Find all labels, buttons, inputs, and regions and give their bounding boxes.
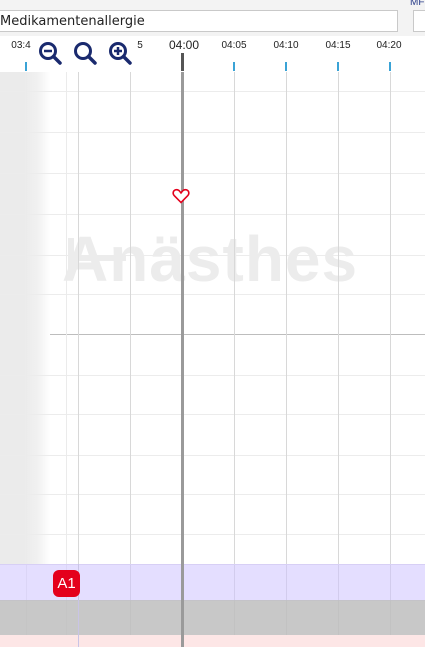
time-label: 5 — [137, 40, 143, 51]
event-band-gray[interactable] — [0, 600, 425, 635]
right-label: MF — [410, 0, 425, 8]
grid-line — [0, 494, 425, 495]
grid-line — [0, 173, 425, 174]
grid-line — [286, 72, 287, 647]
heart-icon[interactable] — [172, 188, 190, 204]
top-bar: Medikamentenallergie MF — [0, 0, 425, 36]
grid-line — [26, 72, 27, 647]
grid-line-major — [50, 334, 425, 335]
watermark-text: Anästhes — [62, 223, 359, 295]
grid-line — [0, 214, 425, 215]
current-time-tick — [181, 53, 184, 71]
grid-line — [0, 132, 425, 133]
time-label: 04:20 — [376, 40, 402, 51]
time-tick — [285, 62, 287, 71]
zoom-in-icon — [109, 42, 132, 65]
current-time-line — [181, 564, 184, 647]
right-input-field[interactable] — [413, 10, 425, 32]
time-label: 04:15 — [325, 40, 351, 51]
grid-line — [0, 91, 425, 92]
grid-line — [130, 72, 131, 647]
time-tick — [389, 62, 391, 71]
time-axis: 03:4 5 04:00 04:05 04:10 04:15 04:20 — [0, 36, 425, 73]
zoom-out-icon — [39, 42, 62, 65]
grid-line — [78, 72, 79, 647]
grid-line — [234, 72, 235, 647]
zoom-reset-icon — [74, 42, 97, 65]
grid-line — [390, 72, 391, 647]
grid-line — [338, 72, 339, 647]
time-label: 04:05 — [221, 40, 247, 51]
allergy-field[interactable]: Medikamentenallergie — [0, 10, 398, 32]
zoom-in-button[interactable] — [107, 40, 133, 66]
event-band-pink[interactable] — [0, 635, 425, 647]
time-label: 04:10 — [273, 40, 299, 51]
past-time-shade — [0, 72, 50, 564]
time-label: 03:4 — [11, 40, 31, 51]
event-badge[interactable]: A1 — [53, 570, 80, 597]
zoom-reset-button[interactable] — [72, 40, 98, 66]
current-time-line — [181, 72, 184, 647]
grid-line — [0, 375, 425, 376]
time-tick — [233, 62, 235, 71]
grid-line — [0, 455, 425, 456]
grid-line — [0, 414, 425, 415]
current-time-label: 04:00 — [168, 38, 200, 52]
grid-line — [66, 72, 67, 647]
time-tick — [25, 62, 27, 71]
grid-line — [0, 534, 425, 535]
time-tick — [337, 62, 339, 71]
zoom-out-button[interactable] — [37, 40, 63, 66]
chart-area[interactable]: Anästhes A1 — [0, 72, 425, 647]
